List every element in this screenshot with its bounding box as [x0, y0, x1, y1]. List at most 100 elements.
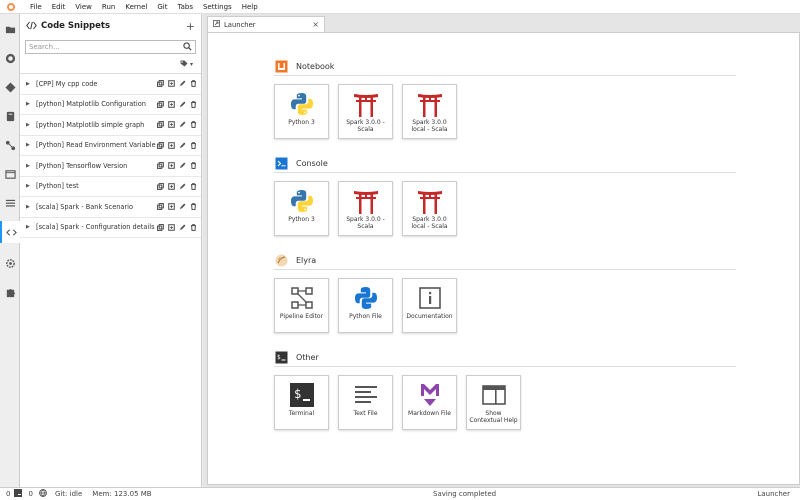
- add-snippet-button[interactable]: +: [186, 20, 195, 33]
- menu-edit[interactable]: Edit: [47, 3, 71, 11]
- snippet-name: [CPP] My cpp code: [36, 79, 98, 88]
- menu-file[interactable]: File: [25, 3, 47, 11]
- snippet-row[interactable]: ▶ [Python] Read Environment Variable: [20, 136, 201, 156]
- delete-icon[interactable]: [189, 182, 197, 190]
- expand-caret-icon[interactable]: ▶: [26, 122, 32, 128]
- info-icon: [403, 279, 456, 313]
- edit-icon[interactable]: [178, 141, 186, 149]
- expand-caret-icon[interactable]: ▶: [26, 163, 32, 169]
- tag-filter[interactable]: ▾: [20, 56, 201, 74]
- snippet-row[interactable]: ▶ [python] Matplotlib simple graph: [20, 115, 201, 136]
- card-pipeline-editor[interactable]: Pipeline Editor: [274, 278, 329, 333]
- insert-icon[interactable]: [167, 203, 175, 211]
- running-icon[interactable]: [0, 47, 20, 69]
- insert-icon[interactable]: [167, 141, 175, 149]
- card-spark-scala-notebook[interactable]: Spark 3.0.0 - Scala: [338, 84, 393, 139]
- card-spark-local-scala-console[interactable]: Spark 3.0.0 local - Scala: [402, 181, 457, 236]
- snippet-name: [Python] Tensorflow Version: [36, 161, 128, 170]
- delete-icon[interactable]: [189, 223, 197, 231]
- expand-caret-icon[interactable]: ▶: [26, 81, 32, 87]
- insert-icon[interactable]: [167, 182, 175, 190]
- menu-view[interactable]: View: [70, 3, 97, 11]
- menu-help[interactable]: Help: [237, 3, 263, 11]
- status-bar: 0 0 Git: idle Mem: 123.05 MB Saving comp…: [0, 487, 800, 500]
- menu-tabs[interactable]: Tabs: [172, 3, 198, 11]
- expand-caret-icon[interactable]: ▶: [26, 101, 32, 107]
- copy-icon[interactable]: [156, 203, 164, 211]
- delete-icon[interactable]: [189, 121, 197, 129]
- copy-icon[interactable]: [156, 141, 164, 149]
- card-spark-scala-console[interactable]: Spark 3.0.0 - Scala: [338, 181, 393, 236]
- card-label: Show Contextual Help: [469, 410, 518, 424]
- expand-caret-icon[interactable]: ▶: [26, 142, 32, 148]
- edit-icon[interactable]: [178, 121, 186, 129]
- card-terminal[interactable]: $ Terminal: [274, 375, 329, 430]
- search-icon[interactable]: [183, 41, 192, 53]
- copy-icon[interactable]: [156, 182, 164, 190]
- insert-icon[interactable]: [167, 121, 175, 129]
- tab-launcher[interactable]: Launcher ×: [207, 16, 325, 32]
- tabs-icon[interactable]: [0, 163, 20, 185]
- snippet-row[interactable]: ▶ [CPP] My cpp code: [20, 74, 201, 95]
- copy-icon[interactable]: [156, 100, 164, 108]
- edit-icon[interactable]: [178, 182, 186, 190]
- copy-icon[interactable]: [156, 80, 164, 88]
- menu-kernel[interactable]: Kernel: [120, 3, 152, 11]
- card-python3-console[interactable]: Python 3: [274, 181, 329, 236]
- expand-caret-icon[interactable]: ▶: [26, 204, 32, 210]
- edit-icon[interactable]: [178, 223, 186, 231]
- copy-icon[interactable]: [156, 121, 164, 129]
- copy-icon[interactable]: [156, 223, 164, 231]
- menu-run[interactable]: Run: [97, 3, 120, 11]
- property-inspector-icon[interactable]: [0, 134, 20, 156]
- python-icon: [275, 182, 328, 216]
- card-spark-local-scala-notebook[interactable]: Spark 3.0.0 local - Scala: [402, 84, 457, 139]
- extension-manager-icon[interactable]: [0, 281, 20, 303]
- delete-icon[interactable]: [189, 100, 197, 108]
- kernel-count[interactable]: 0: [6, 490, 10, 498]
- delete-icon[interactable]: [189, 162, 197, 170]
- copy-icon[interactable]: [156, 162, 164, 170]
- terminal-count[interactable]: 0: [28, 490, 32, 498]
- card-markdown-file[interactable]: Markdown File: [402, 375, 457, 430]
- card-contextual-help[interactable]: Show Contextual Help: [466, 375, 521, 430]
- delete-icon[interactable]: [189, 203, 197, 211]
- folder-icon[interactable]: [0, 18, 20, 40]
- insert-icon[interactable]: [167, 162, 175, 170]
- close-icon[interactable]: ×: [312, 20, 319, 29]
- insert-icon[interactable]: [167, 223, 175, 231]
- expand-caret-icon[interactable]: ▶: [26, 183, 32, 189]
- settings-icon[interactable]: [0, 252, 20, 274]
- card-text-file[interactable]: Text File: [338, 375, 393, 430]
- section-header: Elyra: [274, 252, 736, 270]
- insert-icon[interactable]: [167, 100, 175, 108]
- snippet-row[interactable]: ▶ [scala] Spark - Bank Scenario: [20, 197, 201, 218]
- git-icon[interactable]: [0, 76, 20, 98]
- search-input[interactable]: [29, 43, 183, 51]
- git-status[interactable]: Git: idle: [55, 490, 82, 498]
- snippet-row[interactable]: ▶ [Python] test: [20, 177, 201, 197]
- commands-icon[interactable]: [0, 105, 20, 127]
- card-python-file[interactable]: Python File: [338, 278, 393, 333]
- expand-caret-icon[interactable]: ▶: [26, 224, 32, 230]
- edit-icon[interactable]: [178, 203, 186, 211]
- snippet-name: [Python] Read Environment Variable: [36, 141, 156, 150]
- card-python3-notebook[interactable]: Python 3: [274, 84, 329, 139]
- edit-icon[interactable]: [178, 80, 186, 88]
- code-snippets-icon[interactable]: [0, 221, 20, 243]
- snippet-row[interactable]: ▶ [python] Matplotlib Configuration: [20, 95, 201, 115]
- edit-icon[interactable]: [178, 100, 186, 108]
- main-area: Launcher × Notebook Python 3 Spark 3.0.0…: [203, 14, 800, 487]
- insert-icon[interactable]: [167, 80, 175, 88]
- section-other: $ Other $ Terminal Text File Markdown Fi…: [274, 349, 736, 430]
- code-icon: [26, 21, 37, 32]
- card-documentation[interactable]: Documentation: [402, 278, 457, 333]
- snippet-row[interactable]: ▶ [scala] Spark - Configuration details: [20, 218, 201, 238]
- menu-settings[interactable]: Settings: [198, 3, 237, 11]
- delete-icon[interactable]: [189, 141, 197, 149]
- snippet-row[interactable]: ▶ [Python] Tensorflow Version: [20, 156, 201, 177]
- edit-icon[interactable]: [178, 162, 186, 170]
- delete-icon[interactable]: [189, 80, 197, 88]
- menu-git[interactable]: Git: [152, 3, 172, 11]
- toc-icon[interactable]: [0, 192, 20, 214]
